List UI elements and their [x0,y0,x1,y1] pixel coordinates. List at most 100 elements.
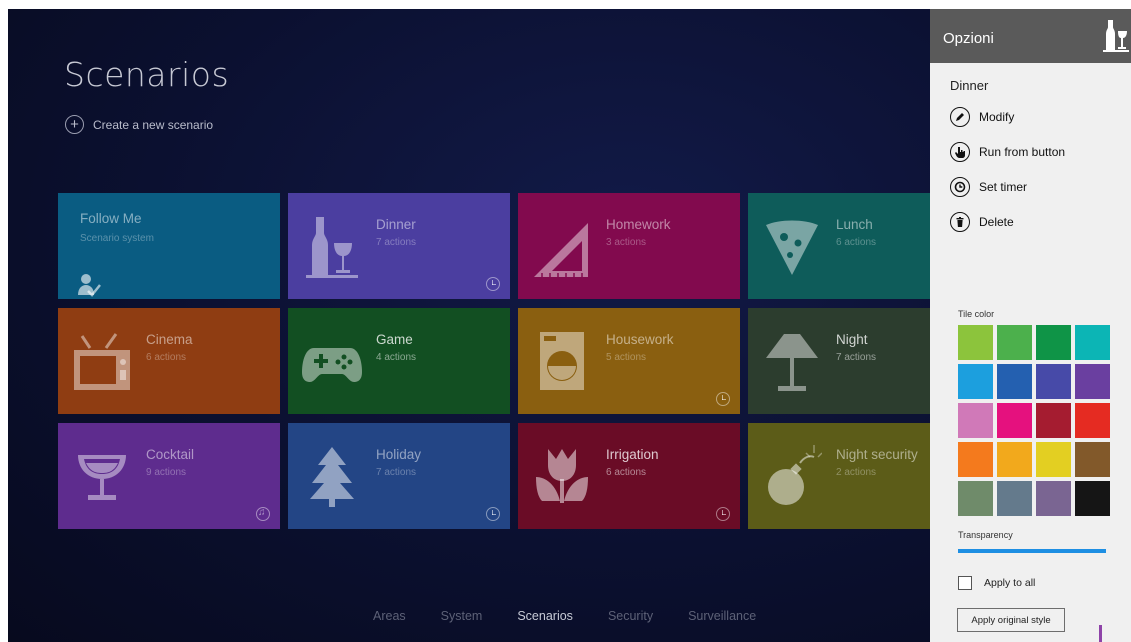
tile-name: Lunch [836,217,873,232]
washing-machine-icon [532,328,592,394]
color-swatch[interactable] [997,325,1032,360]
color-swatch[interactable] [958,403,993,438]
tile-subtitle: Scenario system [80,233,154,244]
create-scenario-label: Create a new scenario [93,117,214,132]
clock-icon [950,177,970,197]
action-label: Delete [979,215,1014,229]
apply-to-all-label: Apply to all [984,577,1036,589]
wine-bottle-glass-icon [1103,20,1129,52]
color-swatch[interactable] [958,364,993,399]
nav-item-scenarios[interactable]: Scenarios [517,609,573,623]
nav-item-system[interactable]: System [441,609,483,623]
color-swatch[interactable] [1075,325,1110,360]
scenario-tile[interactable]: Cinema 6 actions [58,308,280,414]
pizza-slice-icon [762,213,822,279]
nav-item-security[interactable]: Security [608,609,653,623]
color-swatch[interactable] [1036,403,1071,438]
tile-subtitle: 7 actions [376,467,417,478]
page-title: Scenarios [64,55,230,94]
lamp-icon [762,328,822,394]
transparency-slider[interactable] [958,549,1106,553]
color-swatch[interactable] [1036,481,1071,516]
action-delete[interactable]: Delete [950,212,1014,232]
tile-name: Night security [836,447,918,462]
clock-icon [716,507,730,521]
scenario-tile[interactable]: Game 4 actions [288,308,510,414]
hand-pointer-icon [950,142,970,162]
scenario-tile[interactable]: Dinner 7 actions [288,193,510,299]
options-header: Opzioni [930,9,1131,63]
transparency-label: Transparency [958,530,1013,540]
tile-name: Dinner [376,217,416,232]
options-title: Opzioni [943,30,994,47]
action-modify[interactable]: Modify [950,107,1014,127]
color-swatch[interactable] [1075,481,1110,516]
color-swatch[interactable] [1075,364,1110,399]
apply-original-style-button[interactable]: Apply original style [957,608,1065,632]
plus-circle-icon: + [65,115,84,134]
apply-to-all-checkbox[interactable]: Apply to all [958,576,1035,590]
color-swatch[interactable] [958,481,993,516]
clock-icon [486,277,500,291]
scenario-tile[interactable]: Cocktail 9 actions [58,423,280,529]
tile-subtitle: 5 actions [606,352,647,363]
tile-subtitle: 7 actions [376,237,417,248]
nav-item-areas[interactable]: Areas [373,609,406,623]
bottom-nav: Areas System Scenarios Security Surveillance [373,609,791,623]
set-square-icon [532,213,592,279]
color-swatch[interactable] [1036,364,1071,399]
color-swatch[interactable] [1075,403,1110,438]
color-swatch[interactable] [997,364,1032,399]
wine-bottle-glass-icon [302,213,362,279]
scenario-tile[interactable]: Housework 5 actions [518,308,740,414]
tile-name: Irrigation [606,447,659,462]
tile-subtitle: 6 actions [606,467,647,478]
scenario-tile[interactable]: Irrigation 6 actions [518,423,740,529]
color-swatch[interactable] [958,325,993,360]
color-swatch[interactable] [1036,442,1071,477]
tulip-icon [532,443,592,509]
action-label: Run from button [979,145,1066,159]
tile-name: Homework [606,217,671,232]
cocktail-glass-icon [72,443,132,509]
selected-scenario-name: Dinner [950,78,989,93]
scenario-tile[interactable]: Follow Me Scenario system [58,193,280,299]
action-label: Modify [979,110,1015,124]
color-swatch[interactable] [997,481,1032,516]
checkbox-box[interactable] [958,576,972,590]
pencil-icon [950,107,970,127]
color-swatch[interactable] [997,403,1032,438]
tile-name: Cinema [146,332,193,347]
action-label: Set timer [979,180,1028,194]
tile-name: Game [376,332,413,347]
action-run-from-button[interactable]: Run from button [950,142,1065,162]
create-scenario-button[interactable]: + Create a new scenario [65,115,213,134]
bomb-icon [762,443,823,509]
action-set-timer[interactable]: Set timer [950,177,1027,197]
music-icon [256,507,270,521]
color-swatch[interactable] [997,442,1032,477]
scenario-tile[interactable]: Holiday 7 actions [288,423,510,529]
color-swatch[interactable] [1036,325,1071,360]
tv-icon [72,328,132,394]
color-swatch[interactable] [1075,442,1110,477]
nav-item-surveillance[interactable]: Surveillance [688,609,756,623]
tile-name: Housework [606,332,674,347]
scenario-tile[interactable]: Homework 3 actions [518,193,740,299]
tile-name: Holiday [376,447,422,462]
clock-icon [716,392,730,406]
accent-marker [1099,625,1102,642]
tile-name: Night [836,332,868,347]
clock-icon [486,507,500,521]
tile-name: Cocktail [146,447,195,462]
trash-icon [950,212,970,232]
tree-icon [302,443,362,509]
tile-subtitle: 2 actions [836,467,877,478]
color-swatch[interactable] [958,442,993,477]
tile-color-label: Tile color [958,309,995,319]
tile-subtitle: 7 actions [836,352,877,363]
tile-subtitle: 9 actions [146,467,187,478]
tile-color-palette [958,325,1110,516]
tile-name: Follow Me [80,211,142,226]
tile-subtitle: 6 actions [836,237,877,248]
